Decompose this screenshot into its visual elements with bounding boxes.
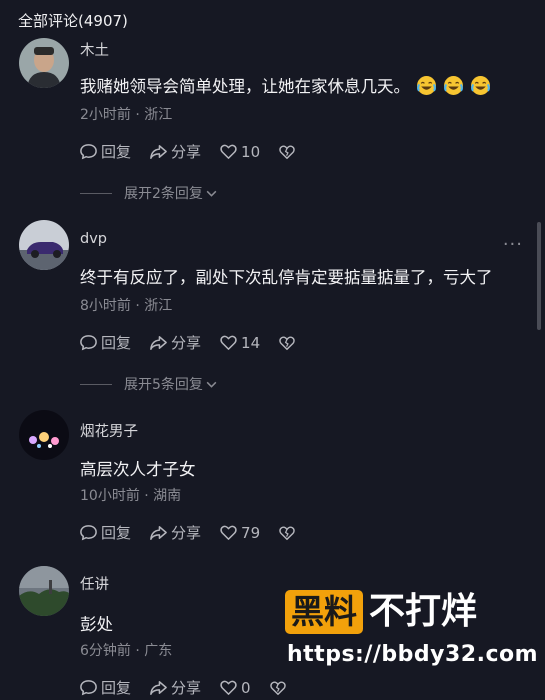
like-count: 0 [241,678,251,697]
like-button[interactable]: 14 [219,333,260,352]
comment-meta: 10小时前 · 湖南 [80,488,182,504]
share-label: 分享 [171,679,202,697]
comment-text: 彭处 [80,615,113,634]
share-label: 分享 [171,334,202,352]
laugh-cry-emoji [444,76,463,95]
like-count: 79 [241,523,261,542]
comment-actions: 回复 分享 79 [79,522,317,543]
like-count: 14 [241,333,261,352]
comment-actions: 回复 分享 10 [79,141,317,162]
watermark-url: https://bbdy32.com [287,642,539,667]
share-icon [150,526,167,540]
heart-icon [220,680,237,695]
share-button[interactable]: 分享 [149,522,201,543]
dislike-button[interactable] [269,679,290,697]
divider [80,192,112,194]
reply-label: 回复 [101,524,132,542]
share-icon [150,336,167,350]
watermark: 黑料 不打烊 https://bbdy32.com [285,590,538,667]
dislike-button[interactable] [278,143,299,161]
reply-button[interactable]: 回复 [79,141,131,162]
comment-text: 我赌她领导会简单处理，让她在家休息几天。 [80,73,491,97]
reply-label: 回复 [101,143,132,161]
divider [80,383,112,385]
expand-label: 展开5条回复 [124,377,203,393]
heart-icon [220,335,237,350]
share-label: 分享 [171,524,202,542]
chevron-down-icon [206,190,217,197]
broken-heart-icon [279,336,295,350]
reply-icon [80,144,97,160]
laugh-cry-emoji [417,76,436,95]
comment-text-body: 我赌她领导会简单处理，让她在家休息几天。 [80,77,410,96]
like-button[interactable]: 79 [219,523,260,542]
avatar[interactable] [19,38,69,88]
avatar[interactable] [19,410,69,460]
expand-replies[interactable]: 展开5条回复 [80,374,218,394]
dislike-button[interactable] [278,524,299,542]
comment-username[interactable]: 任讲 [80,573,109,594]
like-count: 10 [241,142,261,161]
heart-icon [220,525,237,540]
comment-actions: 回复 分享 0 [79,677,308,698]
comment-username[interactable]: dvp [80,231,107,247]
broken-heart-icon [279,526,295,540]
reply-icon [80,335,97,351]
reply-icon [80,525,97,541]
dislike-button[interactable] [278,334,299,352]
watermark-title: 不打烊 [369,591,478,632]
expand-label: 展开2条回复 [124,186,203,202]
comment-text: 高层次人才子女 [80,460,196,479]
share-button[interactable]: 分享 [149,141,201,162]
comment-username[interactable]: 烟花男子 [80,420,138,441]
reply-button[interactable]: 回复 [79,677,131,698]
watermark-badge: 黑料 [285,590,363,634]
heart-icon [220,144,237,159]
share-label: 分享 [171,143,202,161]
avatar[interactable] [19,566,69,616]
reply-label: 回复 [101,679,132,697]
chevron-down-icon [206,381,217,388]
reply-icon [80,680,97,696]
expand-replies[interactable]: 展开2条回复 [80,183,218,203]
scrollbar[interactable] [537,222,541,330]
reply-button[interactable]: 回复 [79,522,131,543]
broken-heart-icon [269,681,286,695]
comments-header: 全部评论(4907) [18,12,128,30]
comment-username[interactable]: 木土 [80,39,109,60]
more-options-icon[interactable]: ··· [503,234,523,255]
comment-meta: 6分钟前 · 广东 [80,643,173,659]
comment-actions: 回复 分享 14 [79,332,317,353]
broken-heart-icon [279,145,295,159]
avatar[interactable] [19,220,69,270]
reply-button[interactable]: 回复 [79,332,131,353]
comment-meta: 8小时前 · 浙江 [80,298,173,314]
share-button[interactable]: 分享 [149,677,201,698]
share-icon [150,145,167,159]
like-button[interactable]: 0 [219,678,251,697]
share-icon [150,681,167,695]
like-button[interactable]: 10 [219,142,260,161]
comment-meta: 2小时前 · 浙江 [80,107,173,123]
watermark-logo: 黑料 不打烊 [285,590,538,634]
share-button[interactable]: 分享 [149,332,201,353]
comment-text: 终于有反应了，副处下次乱停肯定要掂量掂量了，亏大了 [80,268,493,287]
laugh-cry-emoji [471,76,490,95]
reply-label: 回复 [101,334,132,352]
